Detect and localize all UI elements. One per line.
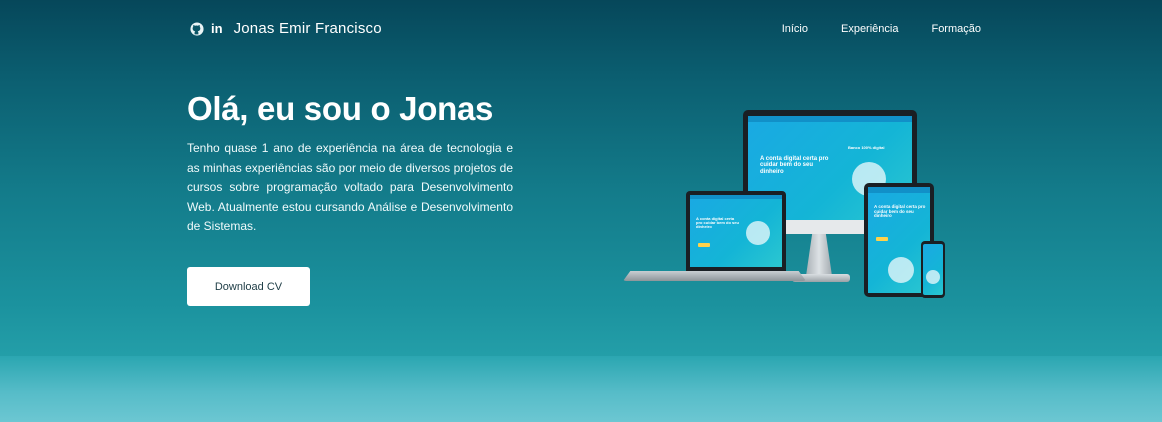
download-cv-button[interactable]: Download CV <box>187 267 310 306</box>
linkedin-icon[interactable]: in <box>211 21 223 37</box>
phone-screen-circle <box>926 270 940 284</box>
monitor-screen-header <box>748 116 912 123</box>
brand-name: Jonas Emir Francisco <box>233 20 382 37</box>
laptop-screen-circle <box>746 221 770 245</box>
hero-description: Tenho quase 1 ano de experiência na área… <box>187 141 513 233</box>
laptop-screen-headline: A conta digital certa pro cuidar bem do … <box>696 216 739 230</box>
nav-link-inicio[interactable]: Início <box>782 22 808 36</box>
devices-illustration: A conta digital certa pro cuidar bem do … <box>620 108 950 302</box>
brand: in Jonas Emir Francisco <box>190 20 382 38</box>
monitor-screen-badge: Banco 100% digital <box>848 145 885 150</box>
laptop-screen: A conta digital certa pro cuidar bem do … <box>690 195 782 267</box>
laptop-screen-card <box>698 243 710 247</box>
tablet-screen-circle <box>888 257 914 283</box>
nav-link-experiencia[interactable]: Experiência <box>841 22 898 36</box>
tablet-screen-header <box>868 187 930 194</box>
site-header: in Jonas Emir Francisco Início Experiênc… <box>0 0 1162 58</box>
main-nav: Início Experiência Formação <box>782 22 981 36</box>
nav-link-formacao[interactable]: Formação <box>931 22 981 36</box>
laptop-base <box>623 271 806 281</box>
tablet-screen-card <box>876 237 888 241</box>
laptop-screen-header <box>690 195 782 200</box>
background-bottom-band <box>0 356 1162 422</box>
hero-title: Olá, eu sou o Jonas <box>187 90 494 127</box>
github-icon[interactable] <box>190 22 204 36</box>
phone-screen <box>923 244 943 295</box>
monitor-screen-headline: A conta digital certa pro cuidar bem do … <box>760 156 829 175</box>
tablet-screen-headline: A conta digital certa pro cuidar bem do … <box>874 204 926 219</box>
